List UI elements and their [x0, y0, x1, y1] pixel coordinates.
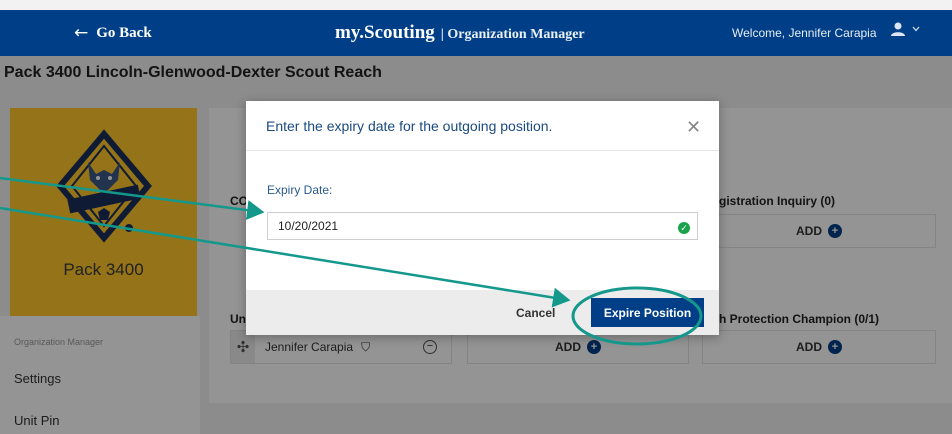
- check-circle-icon: ✓: [678, 222, 690, 234]
- chevron-down-icon: [912, 26, 920, 32]
- arrow-left-icon: ←: [74, 23, 89, 43]
- user-icon: [891, 22, 905, 36]
- dialog-footer: Cancel Expire Position: [246, 290, 719, 335]
- brand-subtitle: | Organization Manager: [440, 27, 585, 42]
- top-bar: ← Go Back my.Scouting | Organization Man…: [0, 10, 952, 56]
- expiry-date-input[interactable]: [267, 212, 698, 240]
- app-page: ← Go Back my.Scouting | Organization Man…: [0, 0, 952, 434]
- close-icon[interactable]: ✕: [686, 117, 701, 138]
- brand-name: my.Scouting: [335, 22, 435, 43]
- expiry-date-label: Expiry Date:: [267, 183, 333, 197]
- cancel-button[interactable]: Cancel: [516, 304, 555, 322]
- welcome-text: Welcome, Jennifer Carapia: [732, 26, 877, 40]
- expire-position-button[interactable]: Expire Position: [591, 298, 704, 327]
- dialog-header: Enter the expiry date for the outgoing p…: [246, 101, 719, 151]
- dialog-title: Enter the expiry date for the outgoing p…: [266, 118, 553, 134]
- brand-title: my.Scouting | Organization Manager: [335, 22, 585, 44]
- user-menu[interactable]: [890, 22, 920, 36]
- go-back-label: Go Back: [96, 24, 152, 41]
- expire-position-dialog: Enter the expiry date for the outgoing p…: [246, 101, 719, 335]
- go-back-button[interactable]: ← Go Back: [74, 23, 152, 43]
